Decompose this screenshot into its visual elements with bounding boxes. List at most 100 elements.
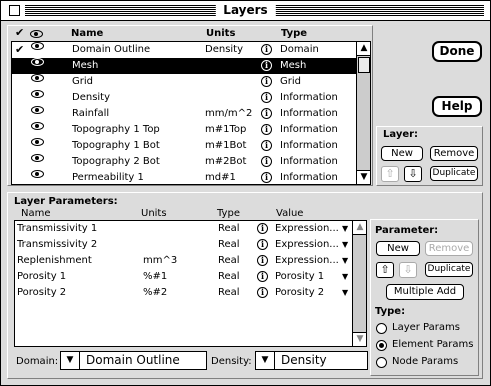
layer-type: Mesh (280, 60, 307, 71)
param-scroll-up-arrow[interactable]: ▲ (353, 221, 366, 235)
chevron-down-icon: ▼ (61, 352, 80, 369)
param-value-popup[interactable]: Expression... (275, 237, 339, 253)
domain-value: Domain Outline (86, 353, 180, 367)
parameter-row[interactable]: Porosity 2 %#2 Real i Porosity 2 ▼ (15, 285, 352, 301)
chevron-down-icon[interactable]: ▼ (342, 269, 348, 285)
layer-remove-button[interactable]: Remove (430, 146, 478, 161)
layer-name: Grid (72, 76, 93, 87)
layer-box-title: Layer: (383, 129, 419, 140)
param-value-popup[interactable]: Porosity 2 (275, 285, 324, 301)
check-column-header: ✔ (15, 26, 25, 39)
layer-row[interactable]: Topography 1 Bot m#1Bot i Information (12, 138, 356, 154)
parameter-duplicate-button[interactable]: Duplicate (425, 262, 473, 277)
domain-label: Domain: (16, 356, 59, 367)
layer-units: md#1 (205, 172, 236, 183)
layer-name: Mesh (72, 60, 99, 71)
layer-parameters-title: Layer Parameters: (14, 196, 118, 207)
layer-row[interactable]: Permeability 1 md#1 i Information (12, 170, 356, 184)
layer-list[interactable]: ✔ Domain Outline Density i Domain Mesh i Mesh Gr… (11, 41, 371, 185)
help-button[interactable]: Help (432, 96, 482, 117)
radio-layer-params[interactable] (376, 323, 387, 334)
layer-row[interactable]: Density i Information (12, 90, 356, 106)
done-button[interactable]: Done (432, 41, 482, 62)
param-name: Porosity 1 (17, 271, 67, 282)
layer-name: Topography 1 Bot (72, 140, 160, 151)
layer-type: Information (280, 92, 338, 103)
domain-popup[interactable]: ▼ Domain Outline (60, 351, 207, 370)
chevron-down-icon[interactable]: ▼ (342, 221, 348, 237)
param-type: Real (218, 271, 240, 282)
layer-name: Permeability 1 (72, 172, 144, 183)
layer-box: Layer: New Remove ⇧ ⇩ Duplicate (376, 126, 483, 186)
layer-params-label: Layer Params (392, 322, 460, 333)
type-label: Type: (375, 306, 406, 317)
radio-node-params[interactable] (376, 357, 387, 368)
param-units: %#2 (143, 287, 168, 298)
layer-name: Domain Outline (72, 44, 151, 55)
layer-duplicate-button[interactable]: Duplicate (430, 166, 478, 181)
layer-type: Information (280, 108, 338, 119)
chevron-down-icon[interactable]: ▼ (342, 237, 348, 253)
param-units: %#1 (143, 271, 168, 282)
parameter-remove-button[interactable]: Remove (425, 241, 473, 256)
layer-row[interactable]: Grid i Grid (12, 74, 356, 90)
multiple-add-button[interactable]: Multiple Add (386, 284, 464, 300)
parameter-move-down-icon[interactable]: ⇩ (399, 262, 417, 278)
param-type: Real (218, 255, 240, 266)
layer-units: mm/m^2 (205, 108, 253, 119)
eye-column-header (30, 29, 43, 40)
layer-units: m#1Bot (205, 140, 247, 151)
parameter-row[interactable]: Porosity 1 %#1 Real i Porosity 1 ▼ (15, 269, 352, 285)
layer-move-up-icon[interactable]: ⇧ (381, 166, 399, 182)
layer-name: Rainfall (72, 108, 110, 119)
layer-row[interactable]: ✔ Domain Outline Density i Domain (12, 42, 356, 58)
parameter-box: Parameter: New Remove ⇧ ⇩ Duplicate Mult… (370, 219, 479, 376)
param-name-column-header: Name (21, 208, 51, 219)
layer-name: Topography 1 Top (72, 124, 160, 135)
parameter-new-button[interactable]: New (376, 241, 420, 256)
param-value-popup[interactable]: Expression... (275, 221, 339, 237)
visibility-check-icon[interactable]: ✔ (15, 42, 24, 58)
layer-name: Density (72, 92, 111, 103)
layer-list-scrollbar[interactable]: ▲ ▼ (356, 42, 370, 184)
scroll-up-arrow[interactable]: ▲ (357, 42, 370, 56)
node-params-label: Node Params (392, 356, 459, 367)
eye-icon (30, 30, 43, 38)
param-scroll-down-arrow[interactable]: ▼ (353, 332, 366, 346)
scroll-thumb[interactable] (358, 57, 370, 73)
layer-row[interactable]: Mesh i Mesh (12, 58, 356, 74)
layer-new-button[interactable]: New (381, 146, 423, 161)
chevron-down-icon[interactable]: ▼ (342, 253, 348, 269)
parameter-list[interactable]: Transmissivity 1 Real i Expression... ▼ Trans… (14, 220, 367, 347)
parameter-row[interactable]: Replenishment mm^3 Real i Expression... ▼ (15, 253, 352, 269)
type-column-header: Type (281, 28, 308, 39)
density-label: Density: (211, 356, 252, 367)
title-bar[interactable]: Layers (1, 1, 490, 21)
scroll-down-arrow[interactable]: ▼ (357, 170, 370, 184)
param-value-popup[interactable]: Porosity 1 (275, 269, 324, 285)
layer-row[interactable]: Topography 1 Top m#1Top i Information (12, 122, 356, 138)
parameter-row[interactable]: Transmissivity 2 Real i Expression... ▼ (15, 237, 352, 253)
chevron-down-icon: ▼ (256, 352, 275, 369)
density-value: Density (281, 353, 327, 367)
layer-list-panel: ✔ Name Units Type ✔ Domain Outline Density… (7, 25, 373, 186)
radio-element-params[interactable] (376, 340, 387, 351)
density-popup[interactable]: ▼ Density (255, 351, 368, 370)
chevron-down-icon[interactable]: ▼ (342, 285, 348, 301)
layer-move-down-icon[interactable]: ⇩ (404, 166, 422, 182)
name-column-header: Name (71, 28, 104, 39)
layer-type: Information (280, 156, 338, 167)
param-name: Replenishment (17, 255, 92, 266)
layer-name: Topography 2 Bot (72, 156, 160, 167)
param-units: mm^3 (143, 255, 178, 266)
close-box[interactable] (9, 5, 20, 16)
param-name: Transmissivity 1 (17, 223, 98, 234)
parameter-list-scrollbar[interactable]: ▲ ▼ (352, 221, 366, 346)
layer-row[interactable]: Rainfall mm/m^2 i Information (12, 106, 356, 122)
element-params-label: Element Params (392, 339, 474, 350)
layer-row[interactable]: Topography 2 Bot m#2Bot i Information (12, 154, 356, 170)
parameter-move-up-icon[interactable]: ⇧ (376, 262, 394, 278)
layer-parameters-panel: Layer Parameters: Name Units Type Value … (7, 192, 483, 379)
parameter-row[interactable]: Transmissivity 1 Real i Expression... ▼ (15, 221, 352, 237)
param-value-popup[interactable]: Expression... (275, 253, 339, 269)
